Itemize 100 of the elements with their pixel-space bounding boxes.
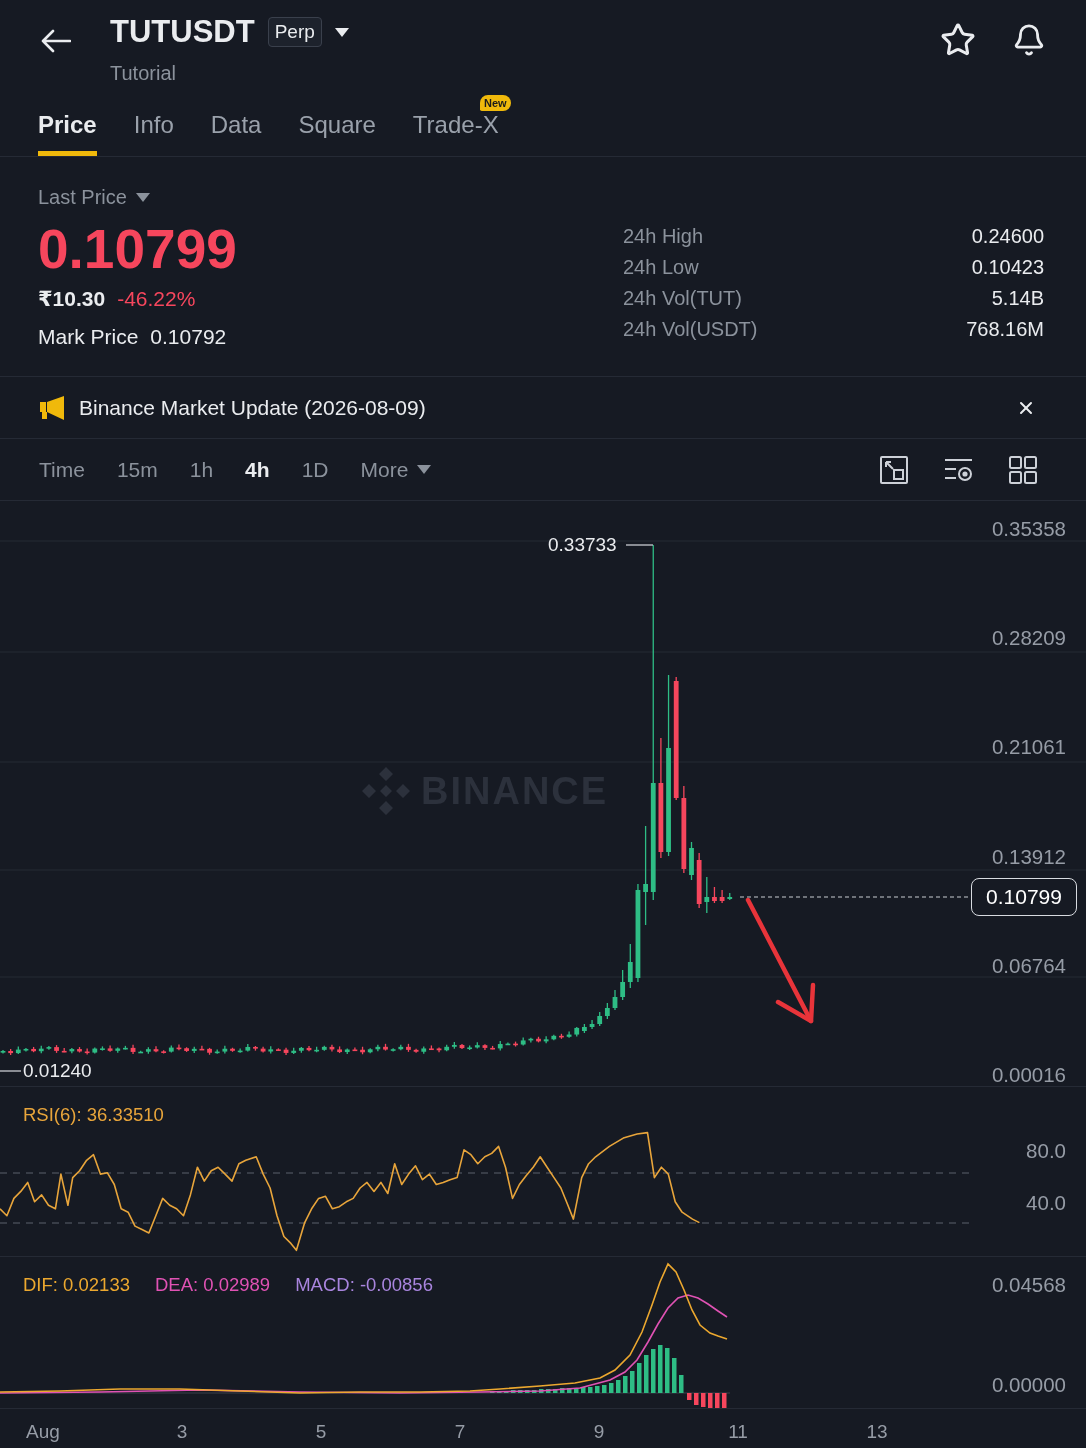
rising-candle — [375, 1044, 381, 1052]
histogram-bar — [658, 1345, 663, 1393]
time-axis-label: 13 — [866, 1420, 888, 1444]
macd-axis-label: 0.00000 — [991, 1373, 1066, 1397]
indicator-settings-icon[interactable] — [944, 456, 973, 483]
announcement-text[interactable]: Binance Market Update (2026-08-09) — [79, 394, 426, 421]
histogram-bar — [672, 1358, 677, 1393]
tab[interactable]: Trade-X — [412, 112, 499, 156]
caret-icon — [417, 465, 432, 474]
rising-candle — [505, 1041, 511, 1046]
rising-candle — [551, 1034, 557, 1041]
histogram-bar — [623, 1376, 628, 1393]
tab[interactable]: Square — [298, 112, 376, 156]
falling-candle — [8, 1048, 14, 1056]
high-price-label: 0.33733 — [548, 533, 617, 557]
bell-icon[interactable] — [1012, 23, 1046, 57]
interval-tab[interactable]: 15m — [116, 456, 158, 483]
stat-value: 768.16M — [966, 317, 1044, 342]
time-axis-label: 7 — [454, 1420, 466, 1444]
falling-candle — [482, 1043, 488, 1051]
histogram-bar — [553, 1389, 558, 1393]
falling-candle — [230, 1047, 235, 1053]
histogram-bar — [637, 1363, 642, 1393]
interval-tab[interactable]: 1h — [189, 456, 214, 483]
histogram-bar — [609, 1383, 614, 1393]
star-icon[interactable] — [940, 22, 976, 58]
falling-candle — [406, 1043, 411, 1053]
fiat-price: ₹10.30 — [38, 287, 106, 311]
falling-candle — [207, 1047, 212, 1056]
price-axis-label: 0.35358 — [991, 517, 1066, 541]
rising-candle — [214, 1048, 220, 1055]
histogram-bar — [616, 1380, 621, 1393]
histogram-bar — [665, 1348, 670, 1393]
caret-icon[interactable] — [334, 27, 349, 37]
rising-candle — [689, 841, 694, 881]
rising-candle — [520, 1036, 526, 1047]
falling-candle — [696, 852, 702, 909]
histogram-bar — [694, 1393, 699, 1405]
arrow-icon — [745, 897, 816, 1024]
price-axis-label: 0.00016 — [991, 1063, 1066, 1087]
macd-legend: MACD: -0.00856 — [295, 1273, 433, 1297]
time-axis-label: Aug — [26, 1420, 60, 1444]
rising-candle — [115, 1046, 121, 1054]
histogram-bar — [602, 1385, 607, 1393]
price-type-selector[interactable]: Last Price — [38, 185, 150, 209]
rising-candle — [367, 1047, 373, 1054]
rising-candle — [69, 1047, 75, 1054]
falling-candle — [84, 1047, 90, 1056]
time-axis-label: 3 — [176, 1420, 188, 1444]
price-change: -46.22% — [117, 287, 196, 311]
more-dropdown[interactable]: More — [360, 456, 432, 483]
last-price-tag: 0.10799 — [971, 878, 1077, 916]
logo-icon — [362, 767, 410, 815]
rising-candle — [38, 1045, 44, 1054]
histogram-bar — [715, 1393, 720, 1408]
histogram-bar — [532, 1390, 537, 1393]
mark-price-label: Mark Price — [38, 325, 139, 349]
falling-candle — [184, 1046, 189, 1053]
price-axis-label: 0.21061 — [991, 735, 1066, 760]
rising-candle — [398, 1044, 404, 1051]
back-icon[interactable] — [40, 29, 71, 53]
rising-candle — [589, 1019, 595, 1030]
tab[interactable]: Data — [210, 112, 262, 156]
tab[interactable]: Info — [133, 112, 174, 156]
rsi-legend: RSI(6): 36.33510 — [23, 1103, 164, 1127]
contract-type-badge: Perp — [267, 17, 322, 47]
histogram-bar — [518, 1390, 523, 1393]
resize-icon[interactable] — [880, 455, 908, 484]
rising-candle — [0, 1049, 6, 1055]
falling-candle — [260, 1046, 266, 1054]
histogram-bar — [630, 1371, 635, 1393]
new-badge: New — [480, 95, 511, 111]
symbol-subtitle: Tutorial — [110, 61, 177, 85]
mark-price-value: 0.10792 — [150, 325, 227, 349]
rising-candle — [497, 1040, 503, 1052]
time-axis-label: 5 — [315, 1420, 327, 1444]
rising-candle — [727, 892, 733, 901]
price-axis-label: 0.28209 — [991, 626, 1066, 651]
tab[interactable]: Price — [38, 112, 97, 156]
histogram-bar — [574, 1388, 579, 1393]
interval-tab[interactable]: 1D — [301, 456, 329, 483]
falling-candle — [413, 1048, 419, 1054]
rising-candle — [237, 1047, 243, 1054]
rising-candle — [528, 1037, 534, 1044]
falling-candle — [253, 1045, 258, 1052]
falling-candle — [513, 1040, 518, 1048]
grid-icon[interactable] — [1009, 455, 1037, 484]
histogram-bar — [525, 1390, 530, 1393]
histogram-bar — [567, 1388, 572, 1393]
interval-tab[interactable]: 4h — [245, 456, 270, 483]
caret-icon — [135, 192, 150, 202]
interval-tab[interactable]: Time — [39, 456, 85, 483]
stat-value: 0.24600 — [970, 224, 1044, 249]
rising-candle — [268, 1045, 274, 1055]
histogram-bar — [679, 1375, 684, 1393]
high-price-leader-line — [625, 544, 654, 546]
stat-label: 24h Low — [623, 255, 700, 280]
falling-candle — [306, 1045, 312, 1052]
rising-candle — [191, 1046, 197, 1054]
falling-candle — [337, 1045, 342, 1054]
